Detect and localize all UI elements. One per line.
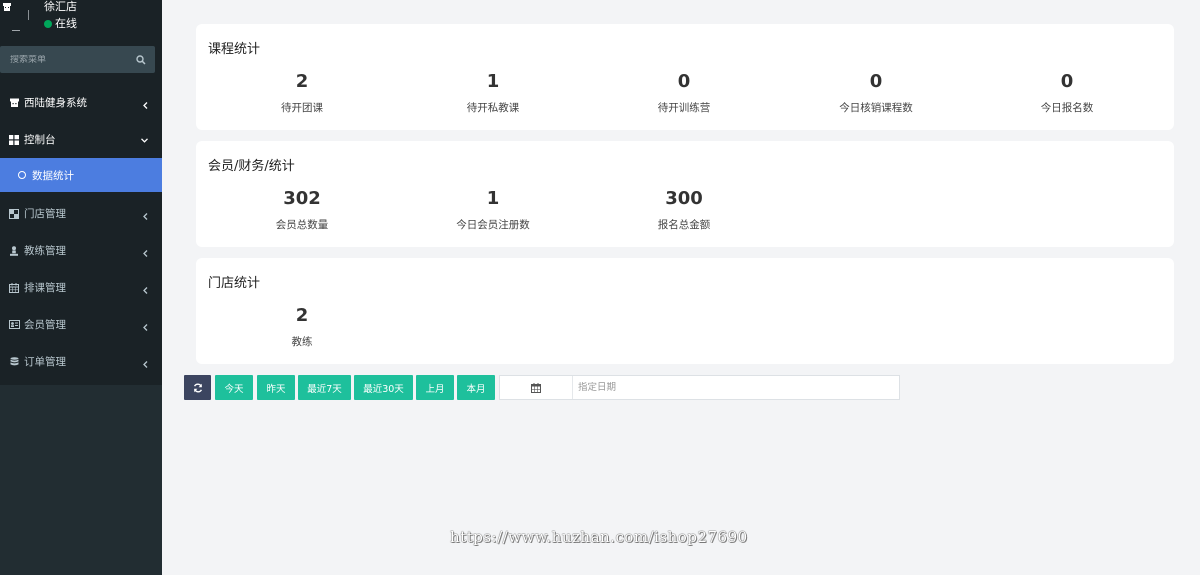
refresh-icon bbox=[193, 383, 202, 392]
stat-label: 待开私教课 bbox=[466, 102, 520, 114]
sidebar-item-label: 教练管理 bbox=[24, 245, 66, 257]
sidebar-item-system[interactable]: 西陆健身系统 bbox=[0, 84, 162, 121]
sidebar-item-data-stats[interactable]: 数据统计 bbox=[0, 158, 162, 192]
stat-pending-group-class: 2 待开团课 bbox=[207, 71, 397, 115]
stat-label: 今日核销课程数 bbox=[839, 102, 913, 114]
sidebar-item-coach[interactable]: 教练管理 bbox=[0, 232, 162, 269]
stat-pending-camp: 0 待开训练营 bbox=[589, 71, 779, 115]
stat-value: 0 bbox=[677, 71, 691, 92]
stat-pending-private-class: 1 待开私教课 bbox=[398, 71, 588, 115]
sidebar-menu: 西陆健身系统 控制台 数据统计 门店管理 教练管理 排课管理 会员管理 订单管理 bbox=[0, 84, 162, 380]
stat-label: 待开团课 bbox=[281, 102, 323, 114]
member-finance-stats-title: 会员/财务/统计 bbox=[208, 159, 295, 174]
last-month-button[interactable]: 上月 bbox=[416, 375, 454, 400]
stat-value: 300 bbox=[665, 188, 703, 209]
database-icon bbox=[8, 356, 20, 368]
store-icon bbox=[8, 208, 20, 220]
stat-label: 会员总数量 bbox=[275, 219, 329, 231]
stat-today-signups: 0 今日报名数 bbox=[972, 71, 1162, 115]
sidebar-item-label: 订单管理 bbox=[24, 356, 66, 368]
today-button[interactable]: 今天 bbox=[215, 375, 253, 400]
sidebar-item-label: 排课管理 bbox=[24, 282, 66, 294]
stat-label: 今日会员注册数 bbox=[456, 219, 530, 231]
avatar-divider bbox=[28, 10, 29, 20]
avatar bbox=[0, 0, 32, 34]
sidebar-item-label: 门店管理 bbox=[24, 208, 66, 220]
store-name: 徐汇店 bbox=[44, 0, 77, 13]
last-7-days-button[interactable]: 最近7天 bbox=[298, 375, 351, 400]
stat-value: 0 bbox=[869, 71, 883, 92]
sidebar: 徐汇店 在线 搜索菜单 西陆健身系统 控制台 数据统计 门店管理 教练管理 排课… bbox=[0, 0, 162, 575]
sidebar-item-dashboard[interactable]: 控制台 bbox=[0, 121, 162, 158]
stat-value: 1 bbox=[486, 71, 500, 92]
sidebar-item-schedule[interactable]: 排课管理 bbox=[0, 269, 162, 306]
sidebar-item-label: 会员管理 bbox=[24, 319, 66, 331]
stat-label: 教练 bbox=[291, 336, 313, 348]
search-icon[interactable] bbox=[136, 54, 146, 65]
sidebar-item-label: 数据统计 bbox=[32, 169, 74, 182]
avatar-underline bbox=[12, 30, 20, 31]
circle-icon bbox=[18, 171, 26, 179]
refresh-button[interactable] bbox=[184, 375, 211, 400]
stat-coaches: 2 教练 bbox=[207, 305, 397, 349]
hat-icon bbox=[8, 97, 20, 109]
grid-icon bbox=[8, 134, 20, 146]
id-card-icon bbox=[8, 319, 20, 331]
stat-value: 302 bbox=[283, 188, 321, 209]
course-stats-title: 课程统计 bbox=[208, 42, 261, 57]
chevron-left-icon bbox=[143, 360, 148, 368]
yesterday-button[interactable]: 昨天 bbox=[257, 375, 295, 400]
date-input[interactable] bbox=[573, 382, 873, 393]
stat-total-members: 302 会员总数量 bbox=[207, 188, 397, 232]
sidebar-item-label: 控制台 bbox=[24, 134, 56, 146]
stat-value: 1 bbox=[486, 188, 500, 209]
user-panel: 徐汇店 在线 bbox=[0, 0, 162, 45]
sidebar-item-store[interactable]: 门店管理 bbox=[0, 195, 162, 232]
store-stats-title: 门店统计 bbox=[208, 276, 261, 291]
course-stats-card: 课程统计 2 待开团课 1 待开私教课 0 待开训练营 0 今日核销课程数 0 … bbox=[196, 24, 1174, 130]
chevron-left-icon bbox=[143, 249, 148, 257]
chevron-down-icon bbox=[141, 137, 148, 143]
menu-search-input[interactable] bbox=[10, 54, 120, 65]
this-month-button[interactable]: 本月 bbox=[457, 375, 495, 400]
sidebar-item-member[interactable]: 会员管理 bbox=[0, 306, 162, 343]
sidebar-item-order[interactable]: 订单管理 bbox=[0, 343, 162, 380]
stat-label: 今日报名数 bbox=[1040, 102, 1094, 114]
last-30-days-button[interactable]: 最近30天 bbox=[354, 375, 413, 400]
user-icon bbox=[3, 3, 11, 11]
chevron-left-icon bbox=[143, 101, 148, 109]
chevron-left-icon bbox=[143, 286, 148, 294]
member-finance-stats-card: 会员/财务/统计 302 会员总数量 1 今日会员注册数 300 报名总金额 bbox=[196, 141, 1174, 247]
stat-label: 报名总金额 bbox=[657, 219, 711, 231]
date-picker[interactable] bbox=[499, 375, 900, 400]
stat-today-verified-courses: 0 今日核销课程数 bbox=[781, 71, 971, 115]
stat-value: 0 bbox=[1060, 71, 1074, 92]
stat-value: 2 bbox=[295, 305, 309, 326]
stat-today-registrations: 1 今日会员注册数 bbox=[398, 188, 588, 232]
sidebar-upper: 徐汇店 在线 搜索菜单 西陆健身系统 控制台 数据统计 门店管理 教练管理 排课… bbox=[0, 0, 162, 385]
coach-icon bbox=[8, 245, 20, 257]
watermark: https://www.huzhan.com/ishop27690 bbox=[450, 528, 748, 546]
online-status-label: 在线 bbox=[55, 17, 77, 30]
date-picker-addon[interactable] bbox=[500, 376, 573, 399]
chevron-left-icon bbox=[143, 212, 148, 220]
calendar-icon bbox=[531, 382, 541, 393]
stat-value: 2 bbox=[295, 71, 309, 92]
online-dot-icon bbox=[44, 20, 52, 28]
calendar-icon bbox=[8, 282, 20, 294]
chevron-left-icon bbox=[143, 323, 148, 331]
sidebar-item-label: 西陆健身系统 bbox=[24, 97, 87, 109]
menu-search[interactable] bbox=[0, 46, 155, 73]
stat-total-signup-amount: 300 报名总金额 bbox=[589, 188, 779, 232]
store-stats-card: 门店统计 2 教练 bbox=[196, 258, 1174, 364]
online-status: 在线 bbox=[44, 17, 77, 31]
stat-label: 待开训练营 bbox=[657, 102, 711, 114]
